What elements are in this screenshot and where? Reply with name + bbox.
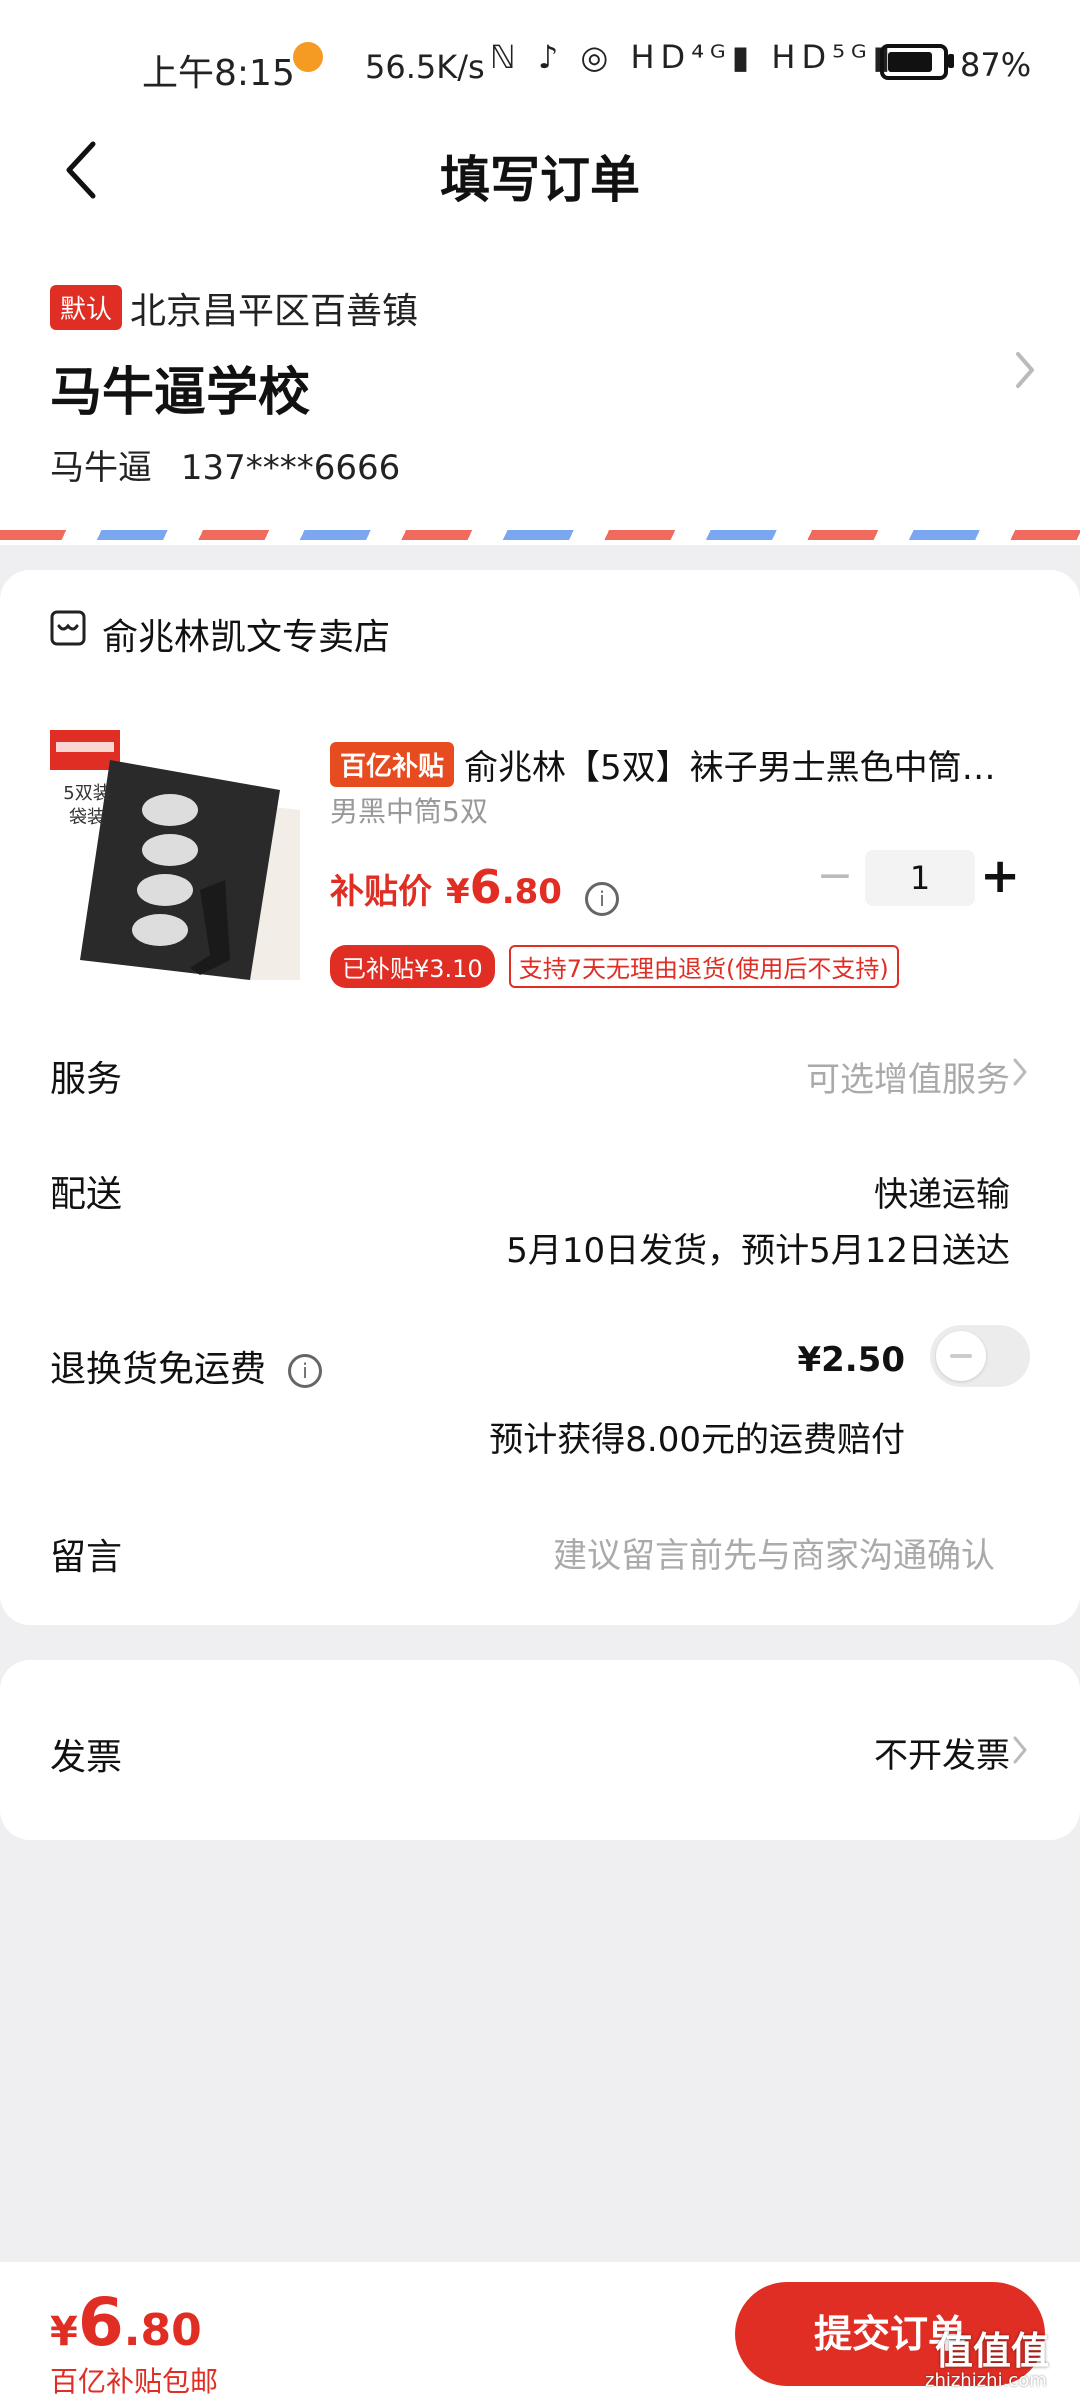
freight-label: 退换货免运费 i bbox=[50, 1340, 323, 1392]
invoice-label: 发票 bbox=[50, 1737, 123, 1778]
toggle-knob bbox=[936, 1331, 986, 1381]
socks-image-icon bbox=[50, 730, 300, 980]
freight-toggle[interactable] bbox=[930, 1325, 1030, 1387]
price-label: 补贴价 bbox=[330, 872, 432, 912]
address-name: 马牛逼学校 bbox=[50, 363, 311, 423]
address-card[interactable]: 默认 北京昌平区百善镇 马牛逼学校 马牛逼 137****6666 bbox=[0, 260, 1080, 530]
subsidy-tag: 已补贴¥3.10 bbox=[330, 945, 495, 988]
delivery-label: 配送 bbox=[50, 1174, 123, 1215]
watermark: 值值值 bbox=[935, 2329, 1050, 2373]
delivery-note: 5月10日发货，预计5月12日送达 bbox=[506, 1231, 1010, 1271]
battery-tip-icon bbox=[948, 54, 954, 68]
status-time: 上午8:15 bbox=[142, 53, 295, 94]
header: 填写订单 bbox=[0, 120, 1080, 220]
service-value[interactable]: 可选增值服务 bbox=[806, 1052, 1010, 1101]
product-title-row[interactable]: 百亿补贴 俞兆林【5双】袜子男士黑色中筒… bbox=[330, 740, 1030, 789]
default-badge: 默认 bbox=[50, 285, 123, 330]
address-contact: 马牛逼 137****6666 bbox=[50, 440, 400, 489]
status-icons: ℕ ♪ ◎ HD⁴ᴳ▮ HD⁵ᴳ▮ bbox=[490, 38, 897, 76]
quantity-value[interactable]: 1 bbox=[865, 850, 975, 906]
shop-icon bbox=[50, 610, 86, 646]
service-label: 服务 bbox=[50, 1059, 123, 1100]
battery-icon bbox=[880, 44, 948, 80]
shop-name: 俞兆林凯文专卖店 bbox=[102, 617, 391, 658]
product-spec: 男黑中筒5双 bbox=[330, 795, 488, 828]
increase-button[interactable]: + bbox=[980, 850, 1020, 906]
product-title: 俞兆林【5双】袜子男士黑色中筒… bbox=[464, 748, 996, 788]
tags-row: 已补贴¥3.10 支持7天无理由退货(使用后不支持) bbox=[330, 945, 899, 988]
network-speed: 56.5K/s bbox=[365, 48, 485, 86]
info-icon[interactable]: i bbox=[585, 881, 620, 916]
product-image[interactable]: 5双装 袋装 bbox=[50, 730, 300, 980]
freight-note: 预计获得8.00元的运费赔付 bbox=[489, 1420, 905, 1460]
chevron-right-icon bbox=[1013, 1736, 1027, 1764]
address-region: 北京昌平区百善镇 bbox=[130, 291, 419, 332]
battery-percent: 87% bbox=[960, 46, 1032, 84]
freight-info-icon[interactable]: i bbox=[288, 1354, 323, 1388]
watermark-url: zhizhizhi.com bbox=[925, 2370, 1047, 2391]
return-policy-tag: 支持7天无理由退货(使用后不支持) bbox=[508, 945, 899, 988]
bottom-bar: ¥6.80 百亿补贴包邮 提交订单 bbox=[0, 2262, 1080, 2400]
chevron-right-icon bbox=[1013, 1058, 1027, 1086]
contact-name: 马牛逼 bbox=[50, 448, 152, 488]
image-label: 5双装 袋装 bbox=[63, 783, 111, 828]
total-price: ¥6.80 bbox=[50, 2284, 202, 2361]
quantity-stepper: − 1 + bbox=[810, 850, 1020, 906]
delivery-value: 快递运输 bbox=[874, 1175, 1010, 1215]
airmail-border bbox=[0, 530, 1080, 540]
status-bar: 上午8:15 56.5K/s ℕ ♪ ◎ HD⁴ᴳ▮ HD⁵ᴳ▮ 87% bbox=[0, 0, 1080, 120]
chevron-right-icon bbox=[1016, 352, 1034, 388]
page-title: 填写订单 bbox=[440, 151, 640, 209]
order-card: 俞兆林凯文专卖店 5双装 袋装 百亿补贴 俞兆林【5双】袜子男士黑色中筒… 男黑中… bbox=[0, 570, 1080, 1625]
total-note: 百亿补贴包邮 bbox=[50, 2365, 219, 2398]
decrease-button[interactable]: − bbox=[810, 850, 860, 906]
subsidy-brand-tag: 百亿补贴 bbox=[330, 742, 455, 787]
freight-price: ¥2.50 bbox=[797, 1340, 905, 1380]
price-value: ¥6.80 bbox=[446, 860, 562, 914]
invoice-card[interactable]: 发票 不开发票 bbox=[0, 1660, 1080, 1840]
message-label: 留言 bbox=[50, 1537, 123, 1578]
invoice-value: 不开发票 bbox=[874, 1736, 1010, 1776]
contact-phone: 137****6666 bbox=[180, 448, 401, 488]
message-input[interactable]: 建议留言前先与商家沟通确认 bbox=[553, 1528, 995, 1577]
price-row: 补贴价 ¥6.80 i bbox=[330, 860, 620, 916]
notification-dot-icon bbox=[293, 42, 323, 72]
